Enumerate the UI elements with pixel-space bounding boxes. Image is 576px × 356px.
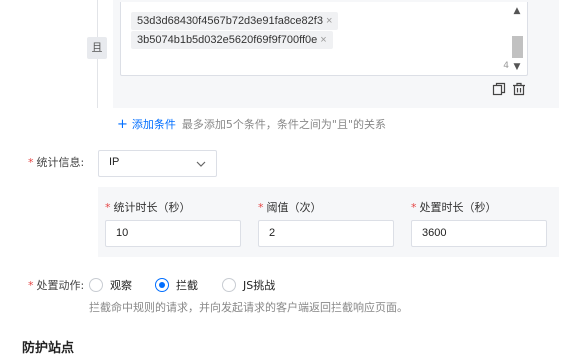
condition-value-textarea[interactable]: 53d3d68430f4567b72d3e91fa8ce82f3 × 3b5074… [120,2,528,76]
radio-block[interactable]: 拦截 [155,278,198,294]
duration-label: * 统计时长（秒） [105,201,191,214]
action-label: * 处置动作: [28,279,85,292]
scroll-up-icon[interactable]: ▲ [511,6,523,16]
value-tag-text: 53d3d68430f4567b72d3e91fa8ce82f3 [137,15,323,27]
block-duration-label: * 处置时长（秒） [411,201,497,214]
add-condition-hint: 最多添加5个条件，条件之间为"且"的关系 [181,118,387,131]
value-tag: 53d3d68430f4567b72d3e91fa8ce82f3 × [131,12,339,30]
add-condition-link[interactable]: + 添加条件 [117,117,176,132]
threshold-label: * 阈值（次） [258,201,322,214]
threshold-input[interactable]: 2 [258,220,394,247]
tag-close-icon[interactable]: × [326,15,332,27]
copy-icon[interactable] [492,82,506,96]
radio-observe[interactable]: 观察 [89,278,132,294]
radio-js-challenge[interactable]: JS挑战 [222,278,275,294]
plus-icon: + [117,117,128,132]
add-condition-row: + 添加条件 最多添加5个条件，条件之间为"且"的关系 [117,117,386,133]
value-tag: 3b5074b1b5d032e5620f69f9f700ff0e × [131,31,333,49]
tag-count: 4 [503,61,509,71]
stats-select[interactable]: IP [98,150,217,177]
value-tag-text: 3b5074b1b5d032e5620f69f9f700ff0e [137,34,318,46]
stats-select-value: IP [109,156,120,168]
section-title: 防护站点 [22,341,75,356]
block-duration-input[interactable]: 3600 [411,220,547,247]
radio-circle[interactable] [89,278,103,292]
stats-panel: * 统计时长（秒） 10 * 阈值（次） 2 * 处置时长（秒） 3600 [98,187,559,257]
scroll-thumb[interactable] [512,36,523,58]
rule-form: 且 53d3d68430f4567b72d3e91fa8ce82f3 × 3b50… [0,0,576,356]
chevron-down-icon [196,161,206,167]
textarea-scrollbar[interactable]: ▲ ▼ [511,6,523,72]
scroll-down-icon[interactable]: ▼ [511,62,523,72]
radio-circle[interactable] [222,278,236,292]
radio-circle-selected[interactable] [155,278,169,292]
delete-icon[interactable] [512,82,526,96]
duration-input[interactable]: 10 [105,220,241,247]
tag-close-icon[interactable]: × [320,34,326,46]
action-description: 拦截命中规则的请求，并向发起请求的客户端返回拦截响应页面。 [89,301,408,314]
stats-label: * 统计信息: [28,156,85,169]
and-badge: 且 [87,37,107,59]
